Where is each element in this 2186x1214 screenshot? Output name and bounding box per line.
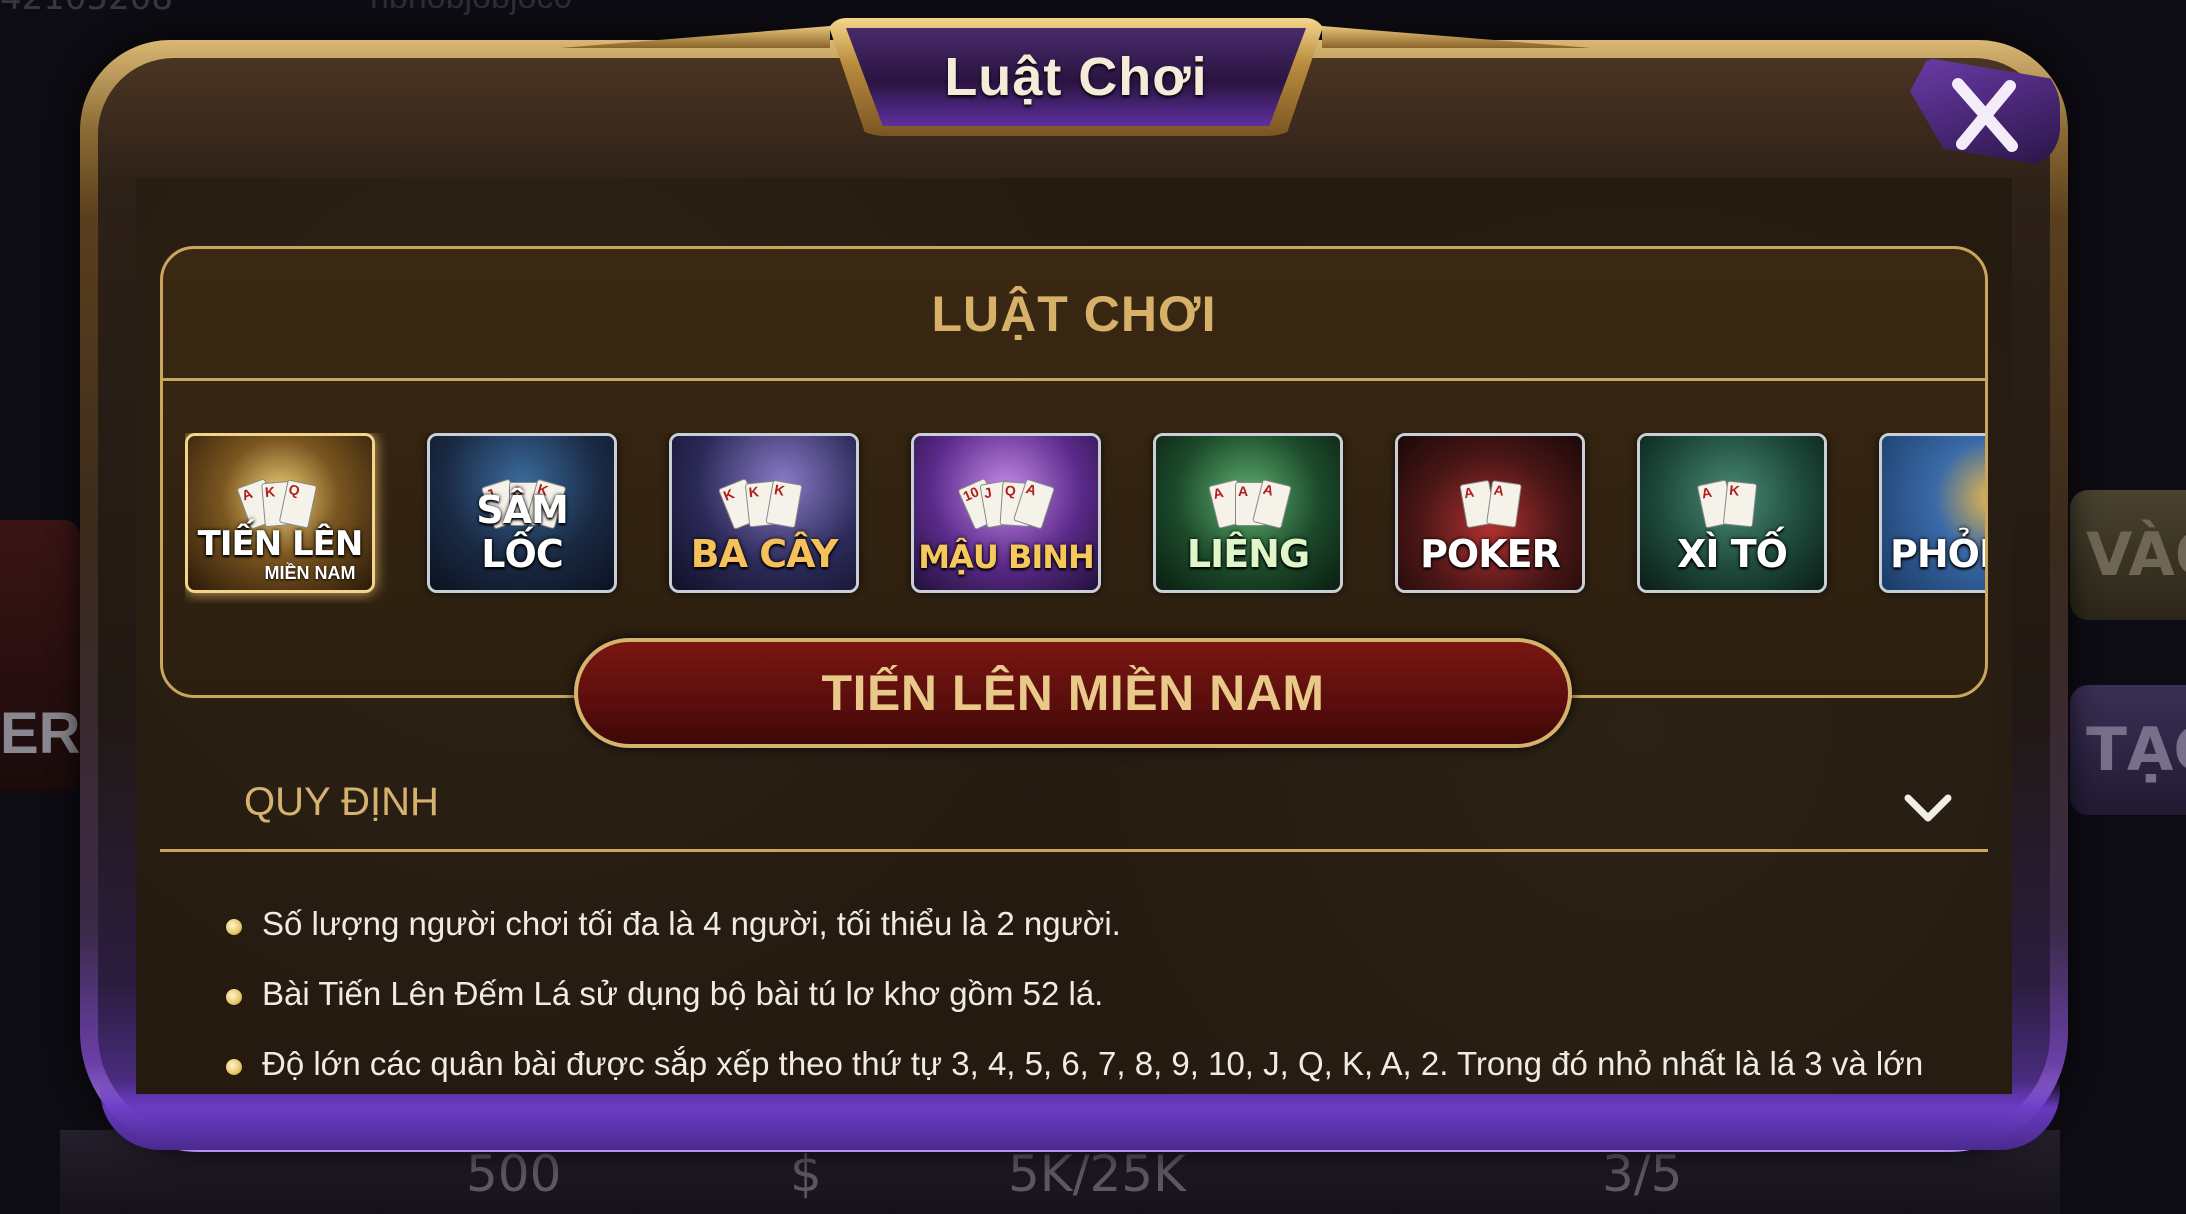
cards-icon: 10 J Q A — [957, 456, 1056, 531]
game-tile-label: PHỎM — [1890, 532, 1985, 576]
game-tile-poker[interactable]: AA POKER — [1395, 433, 1585, 593]
background-stat: $ — [790, 1145, 822, 1203]
background-create-button: TẠO — [2070, 685, 2186, 815]
game-tile-label: POKER — [1420, 532, 1561, 576]
section-title: QUY ĐỊNH — [244, 780, 439, 824]
background-game-card-label: ER — [0, 701, 81, 766]
game-tile-label: XÌ TỐ — [1677, 532, 1788, 576]
cards-icon: AKQ — [235, 456, 325, 530]
game-tile-lieng[interactable]: AAA LIÊNG — [1153, 433, 1343, 593]
rule-text: Bài Tiến Lên Đếm Lá sử dụng bộ bài tú lơ… — [262, 975, 1104, 1012]
background-join-button: VÀO — [2070, 490, 2186, 620]
cards-icon: AA — [1445, 456, 1535, 529]
game-tile-label: BA CÂY — [690, 532, 839, 576]
chevron-down-icon[interactable] — [1902, 788, 1954, 828]
game-tile-label: TIẾN LÊN — [197, 524, 364, 564]
selected-game-banner: TIẾN LÊN MIỀN NAM — [574, 638, 1572, 748]
game-tile-tien-len[interactable]: AKQ TIẾN LÊN MIỀN NAM — [185, 433, 375, 593]
background-stat: 3/5 — [1602, 1145, 1683, 1203]
bullet-icon — [226, 989, 242, 1005]
section-header-quy-dinh[interactable]: QUY ĐỊNH — [160, 770, 1988, 852]
rule-text: Số lượng người chơi tối đa là 4 người, t… — [262, 905, 1121, 942]
game-tile-phom[interactable]: PHỎM — [1879, 433, 1985, 593]
game-tile-label: LIÊNG — [1186, 532, 1310, 576]
game-tile-label: SÂM LỐC — [476, 488, 569, 576]
close-icon[interactable] — [1940, 70, 2030, 160]
game-tile-sam-loc[interactable]: JQK SÂM LỐC — [427, 433, 617, 593]
chips-icon: AAA — [1203, 456, 1293, 529]
rules-list: Số lượng người chơi tối đa là 4 người, t… — [226, 905, 1986, 1115]
background-user-id: 42105208 — [0, 0, 173, 18]
modal-title: Luật Chơi — [944, 47, 1208, 107]
title-plaque-inner: Luật Chơi — [846, 28, 1306, 126]
rules-panel-title: LUẬT CHƠI — [931, 285, 1217, 342]
background-stat: 500 — [466, 1145, 562, 1203]
game-tile-sublabel: MIỀN NAM — [264, 563, 356, 583]
rule-text: Độ lớn các quân bài được sắp xếp theo th… — [262, 1045, 1924, 1082]
cards-icon: AK — [1687, 456, 1777, 529]
rule-item: Bài Tiến Lên Đếm Lá sử dụng bộ bài tú lơ… — [226, 975, 1986, 1045]
bullet-icon — [226, 919, 242, 935]
background-username: hbhobjobjoc0 — [370, 0, 572, 17]
rule-item: Số lượng người chơi tối đa là 4 người, t… — [226, 905, 1986, 975]
game-selector-strip[interactable]: AKQ TIẾN LÊN MIỀN NAM JQK SÂM LỐC KKK BA… — [185, 433, 1985, 603]
background-stat: 5K/25K — [1008, 1145, 1186, 1203]
game-tile-mau-binh[interactable]: 10 J Q A MẬU BINH — [911, 433, 1101, 593]
selected-game-title: TIẾN LÊN MIỀN NAM — [821, 665, 1325, 721]
bullet-icon — [226, 1059, 242, 1075]
game-rules-panel: LUẬT CHƠI AKQ TIẾN LÊN MIỀN NAM JQK SÂM … — [160, 246, 1988, 698]
rule-item: Độ lớn các quân bài được sắp xếp theo th… — [226, 1045, 1986, 1115]
rules-panel-header: LUẬT CHƠI — [163, 249, 1985, 381]
game-tile-xi-to[interactable]: AK XÌ TỐ — [1637, 433, 1827, 593]
game-tile-label: MẬU BINH — [918, 538, 1095, 576]
game-tile-ba-cay[interactable]: KKK BA CÂY — [669, 433, 859, 593]
cards-icon: KKK — [717, 456, 809, 531]
